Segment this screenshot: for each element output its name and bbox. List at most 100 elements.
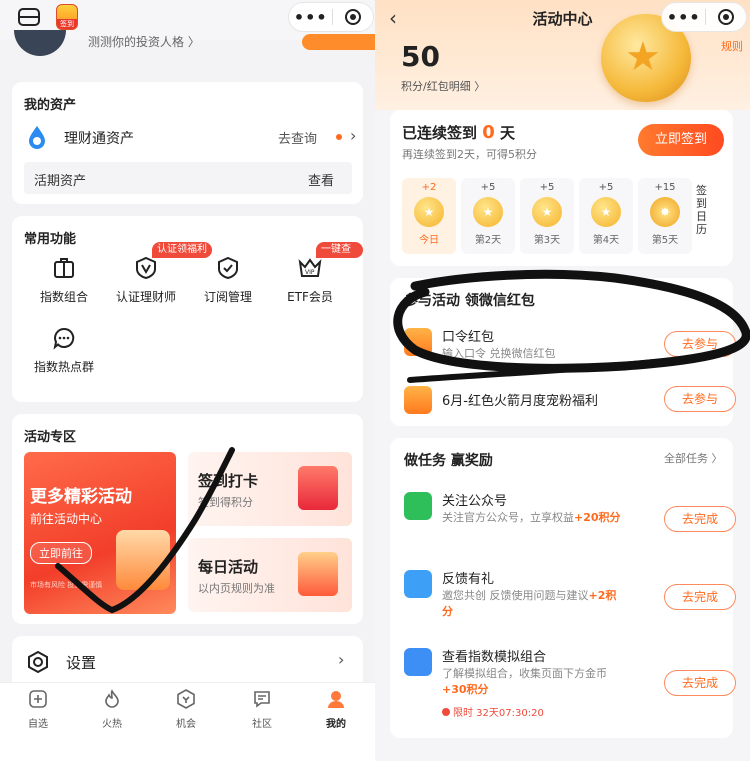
capsule-menu: ••• bbox=[288, 2, 374, 32]
tab-label: 社区 bbox=[252, 719, 272, 730]
signin-day: +5 ★ 第4天 bbox=[579, 178, 633, 254]
mail-icon[interactable] bbox=[18, 8, 40, 26]
complete-button[interactable]: 去完成 bbox=[664, 670, 736, 696]
task-desc: 了解模拟组合，收集页面下方金币 bbox=[442, 667, 607, 680]
svg-text:VIP: VIP bbox=[305, 269, 315, 276]
signin-badge[interactable]: 签到 bbox=[56, 4, 78, 30]
avatar[interactable] bbox=[14, 30, 66, 56]
task-row: 反馈有礼 邀您共创 反馈使用问题与建议+2积分 去完成 bbox=[404, 568, 736, 628]
row-title: 口令红包 bbox=[442, 330, 495, 345]
task-row: 查看指数模拟组合 了解模拟组合，收集页面下方金币 +30积分 限时 32天07:3… bbox=[404, 646, 736, 726]
chat-bubble-icon bbox=[53, 327, 75, 350]
assets-title: 我的资产 bbox=[24, 98, 77, 113]
current-assets-label: 活期资产 bbox=[34, 174, 87, 189]
envelope-icon bbox=[404, 328, 432, 356]
gift-box-icon bbox=[298, 552, 338, 596]
red-envelope-icon bbox=[298, 466, 338, 510]
fn-label: 指数组合 bbox=[39, 290, 88, 304]
tab-mine[interactable]: 我的 bbox=[306, 689, 366, 730]
fn-etf-member[interactable]: VIP ETF会员 bbox=[270, 254, 350, 305]
tasks-card: 做任务 赢奖励 全部任务 〉 关注公众号 关注官方公众号，立享权益+20积分 去… bbox=[390, 438, 736, 738]
tab-community[interactable]: 社区 bbox=[232, 689, 292, 730]
chevron-right-icon: › bbox=[350, 126, 357, 145]
profile-icon bbox=[328, 691, 344, 708]
fn-hot-group[interactable]: 指数热点群 bbox=[24, 324, 104, 375]
activity-card: 活动专区 更多精彩活动 前往活动中心 立即前往 市场有风险 投资需谨慎 签到打卡… bbox=[12, 414, 363, 624]
query-link[interactable]: 去查询 bbox=[278, 128, 317, 147]
flame-icon bbox=[105, 689, 119, 708]
daily-subtitle: 以内页规则为准 bbox=[198, 582, 275, 595]
task-reward: +20积分 bbox=[574, 511, 621, 524]
tab-watchlist[interactable]: 自选 bbox=[8, 689, 68, 730]
signin-hint: 再连续签到2天，可得5积分 bbox=[402, 148, 537, 161]
my-profile-screen: 签到 ••• 测测你的投资人格 〉 我的资产 理财通资产 去查询 › 活期资产 … bbox=[0, 0, 375, 761]
signin-calendar-link[interactable]: 签到日历 bbox=[696, 184, 708, 236]
fn-certified-advisor[interactable]: 认证理财师 bbox=[106, 254, 186, 305]
signin-title: 签到打卡 bbox=[198, 472, 259, 490]
task-row: 关注公众号 关注官方公众号，立享权益+20积分 去完成 bbox=[404, 490, 736, 550]
profile-action-button[interactable] bbox=[302, 34, 375, 50]
task-reward: +30积分 bbox=[442, 683, 489, 696]
go-now-button[interactable]: 立即前往 bbox=[30, 542, 92, 564]
tab-opportunity[interactable]: 机会 bbox=[156, 689, 216, 730]
functions-card: 常用功能 指数组合 认证理财师 认证领福利 订阅管理 VIP ETF会员 一键查… bbox=[12, 216, 363, 402]
more-icon[interactable]: ••• bbox=[662, 8, 705, 27]
licaitong-assets-row[interactable]: 理财通资产 去查询 › bbox=[24, 122, 357, 152]
signin-checkin-banner[interactable]: 签到打卡 签到得积分 bbox=[188, 452, 352, 526]
star-coin-icon: ★ bbox=[414, 197, 444, 227]
limited-timer: 限时 32天07:30:20 bbox=[442, 704, 544, 719]
row-title: 6月-红色火箭月度宠粉福利 bbox=[442, 394, 598, 409]
star-badge-icon: ✸ bbox=[650, 197, 680, 227]
daily-title: 每日活动 bbox=[198, 558, 259, 576]
more-icon[interactable]: ••• bbox=[289, 8, 332, 27]
bottom-tab-bar: 自选 火热 机会 社区 我的 bbox=[0, 682, 375, 761]
compass-icon bbox=[177, 689, 195, 709]
promo-tag: 一键查看 bbox=[316, 242, 363, 271]
settings-label: 设置 bbox=[66, 654, 97, 672]
activity-center-banner[interactable]: 更多精彩活动 前往活动中心 立即前往 市场有风险 投资需谨慎 bbox=[24, 452, 176, 614]
row-subtitle: 输入口令 兑换微信红包 bbox=[442, 347, 556, 360]
all-tasks-link[interactable]: 全部任务 〉 bbox=[664, 450, 723, 466]
notification-dot bbox=[336, 134, 342, 140]
task-desc: 关注官方公众号，立享权益 bbox=[442, 511, 574, 524]
task-desc: 邀您共创 反馈使用问题与建议 bbox=[442, 589, 589, 602]
task-title: 反馈有礼 bbox=[442, 572, 495, 587]
join-button[interactable]: 去参与 bbox=[664, 386, 736, 412]
complete-button[interactable]: 去完成 bbox=[664, 584, 736, 610]
view-link[interactable]: 查看 bbox=[308, 170, 334, 189]
rules-link[interactable]: 规则 bbox=[721, 38, 743, 54]
header: ★ ‹ 活动中心 ••• 规则 50 积分/红包明细 〉 bbox=[375, 0, 750, 110]
tab-hot[interactable]: 火热 bbox=[82, 689, 142, 730]
verified-advisor-icon bbox=[136, 256, 156, 280]
close-miniapp-icon[interactable] bbox=[333, 8, 373, 26]
signin-day: +2 ★ 今日 bbox=[402, 178, 456, 254]
personality-test-link[interactable]: 测测你的投资人格 〉 bbox=[88, 33, 200, 50]
settings-row[interactable]: 设置 › bbox=[12, 636, 363, 686]
functions-title: 常用功能 bbox=[24, 232, 77, 247]
points-detail-link[interactable]: 积分/红包明细 〉 bbox=[401, 78, 485, 94]
chevron-right-icon: › bbox=[338, 650, 345, 669]
join-button[interactable]: 去参与 bbox=[664, 331, 736, 357]
portfolio-icon bbox=[54, 258, 74, 278]
join-activity-card: 参与活动 领微信红包 口令红包 输入口令 兑换微信红包 去参与 6月-红色火箭月… bbox=[390, 278, 736, 426]
plus-box-icon bbox=[29, 690, 47, 708]
complete-button[interactable]: 去完成 bbox=[664, 506, 736, 532]
current-assets-row[interactable]: 活期资产 查看 bbox=[24, 162, 352, 194]
clock-icon bbox=[442, 708, 450, 716]
tab-label: 自选 bbox=[28, 719, 48, 730]
gift-box-icon bbox=[116, 530, 170, 590]
task-title: 查看指数模拟组合 bbox=[442, 650, 547, 665]
person-icon bbox=[404, 492, 432, 520]
signin-subtitle: 签到得积分 bbox=[198, 496, 253, 509]
daily-activity-banner[interactable]: 每日活动 以内页规则为准 bbox=[188, 538, 352, 612]
assets-card: 我的资产 理财通资产 去查询 › 活期资产 查看 bbox=[12, 82, 363, 204]
capsule-menu: ••• bbox=[661, 2, 747, 32]
banner-title: 更多精彩活动 bbox=[30, 487, 132, 507]
fn-index-portfolio[interactable]: 指数组合 bbox=[24, 254, 104, 305]
subscription-icon bbox=[218, 256, 238, 280]
fn-subscription[interactable]: 订阅管理 bbox=[188, 254, 268, 305]
signin-day: +5 ★ 第2天 bbox=[461, 178, 515, 254]
signin-now-button[interactable]: 立即签到 bbox=[638, 124, 724, 156]
close-miniapp-icon[interactable] bbox=[706, 8, 746, 26]
risk-disclaimer: 市场有风险 投资需谨慎 bbox=[30, 581, 103, 589]
